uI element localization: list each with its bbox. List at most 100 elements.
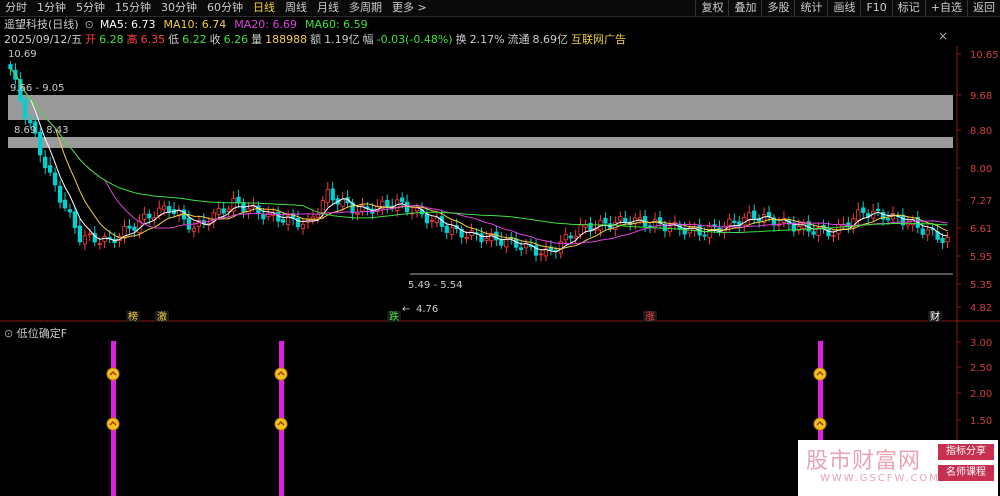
candle-body — [350, 202, 355, 214]
candle-body — [672, 222, 677, 226]
watermark-badge-course[interactable]: 名师课程 — [938, 465, 994, 481]
candle-body — [821, 225, 826, 228]
stock-dropdown-icon[interactable]: ⊙ — [85, 18, 94, 31]
candle-body — [940, 238, 945, 243]
candle-body — [360, 205, 365, 212]
candle-body — [548, 246, 554, 251]
period-tab[interactable]: 多周期 — [344, 0, 387, 16]
candle-body — [439, 216, 444, 227]
period-tab[interactable]: 60分钟 — [202, 0, 248, 16]
indicator-settings-icon[interactable]: ⊙ — [4, 327, 13, 340]
candle-body — [231, 197, 236, 212]
candle-body — [578, 224, 583, 235]
candle-body — [712, 224, 717, 228]
candle-body — [444, 225, 449, 233]
candle-body — [509, 236, 514, 239]
period-tab[interactable]: 日线 — [248, 0, 280, 16]
candle-body — [920, 228, 925, 235]
stock-name[interactable]: 遥望科技(日线) — [4, 16, 79, 32]
candle-body — [851, 218, 856, 228]
candle-body — [127, 225, 132, 229]
candle-body — [846, 222, 851, 228]
candle-body — [400, 197, 405, 203]
period-tab[interactable]: 分时 — [0, 0, 32, 16]
tool-button[interactable]: 返回 — [967, 0, 1000, 16]
candle-body — [806, 221, 811, 232]
candle-body — [543, 248, 549, 257]
candle-body — [305, 218, 311, 223]
candle-body — [935, 231, 940, 240]
tool-button[interactable]: 标记 — [891, 0, 925, 16]
tool-button[interactable]: 叠加 — [728, 0, 761, 16]
tool-button[interactable]: F10 — [860, 0, 891, 16]
period-tab[interactable]: 月线 — [312, 0, 344, 16]
event-marker-bg — [643, 311, 657, 322]
tool-button[interactable]: 统计 — [794, 0, 827, 16]
candle-body — [707, 226, 712, 239]
candle-body — [404, 201, 410, 213]
candle-body — [682, 228, 687, 235]
candle-body — [276, 211, 281, 222]
event-marker-bg — [126, 311, 140, 322]
candle-body — [355, 212, 360, 215]
candle-body — [642, 216, 648, 227]
quote-item: 流通 — [507, 33, 530, 46]
candle-body — [181, 209, 187, 220]
signal-dot — [274, 367, 288, 381]
period-tab[interactable]: 15分钟 — [110, 0, 156, 16]
candle-body — [623, 217, 628, 223]
kline-chart[interactable]: 10.65 9.68 8.80 8.00 7.27 6.61 5.95 5.35 4.82 10.… — [0, 0, 1000, 496]
candle-body — [157, 207, 162, 217]
candle-body — [871, 210, 876, 219]
signal-chevron-icon — [277, 370, 285, 376]
quote-item: 2.17% — [469, 32, 505, 46]
candle-body — [523, 243, 529, 249]
tool-button[interactable]: +自选 — [924, 0, 967, 16]
candle-body — [519, 247, 524, 251]
tool-button[interactable]: 画线 — [827, 0, 860, 16]
candle-body — [87, 233, 92, 236]
candle-body — [875, 208, 881, 211]
candle-body — [880, 211, 886, 220]
candle-body — [945, 236, 950, 243]
candle-body — [340, 198, 345, 207]
tool-button[interactable]: 多股 — [761, 0, 794, 16]
candle-body — [786, 220, 792, 225]
candle-body — [221, 208, 226, 214]
candle-body — [375, 206, 380, 212]
candle-body — [796, 226, 801, 231]
candle-body — [905, 222, 910, 226]
candle-body — [137, 220, 142, 233]
event-marker: 跌 — [389, 310, 399, 323]
candle-body — [747, 212, 752, 221]
candle-body — [18, 79, 23, 102]
close-icon[interactable]: × — [938, 29, 948, 43]
candle-body — [752, 210, 757, 219]
zone-annotation: 9.66 - 9.05 — [10, 83, 65, 94]
period-tab[interactable]: 5分钟 — [71, 0, 110, 16]
period-tab[interactable]: 周线 — [280, 0, 312, 16]
quote-item: 量 — [251, 33, 263, 46]
quote-item: 换 — [455, 33, 467, 46]
candle-body — [742, 217, 747, 226]
candle-body — [692, 226, 697, 231]
period-tab[interactable]: 1分钟 — [32, 0, 71, 16]
watermark-badge-share[interactable]: 指标分享 — [938, 444, 994, 460]
candle-body — [325, 189, 330, 203]
event-marker: 激 — [157, 310, 167, 323]
candle-body — [429, 219, 435, 222]
tool-button[interactable]: 复权 — [695, 0, 728, 16]
quote-item: 开 — [85, 33, 97, 46]
watermark: 股市财富网 WWW.GSCFW.COM 指标分享 名师课程 — [798, 440, 998, 496]
candle-body — [256, 205, 261, 214]
candle-body — [791, 222, 796, 232]
indicator-axis-label: 1.50 — [970, 416, 992, 427]
candle-body — [588, 222, 593, 232]
candle-body — [459, 228, 464, 238]
candle-body — [900, 214, 906, 226]
candle-body — [563, 234, 568, 241]
candle-body — [320, 200, 325, 213]
period-tab[interactable]: 更多 > — [387, 0, 432, 16]
period-tab[interactable]: 30分钟 — [156, 0, 202, 16]
candle-body — [191, 227, 197, 232]
